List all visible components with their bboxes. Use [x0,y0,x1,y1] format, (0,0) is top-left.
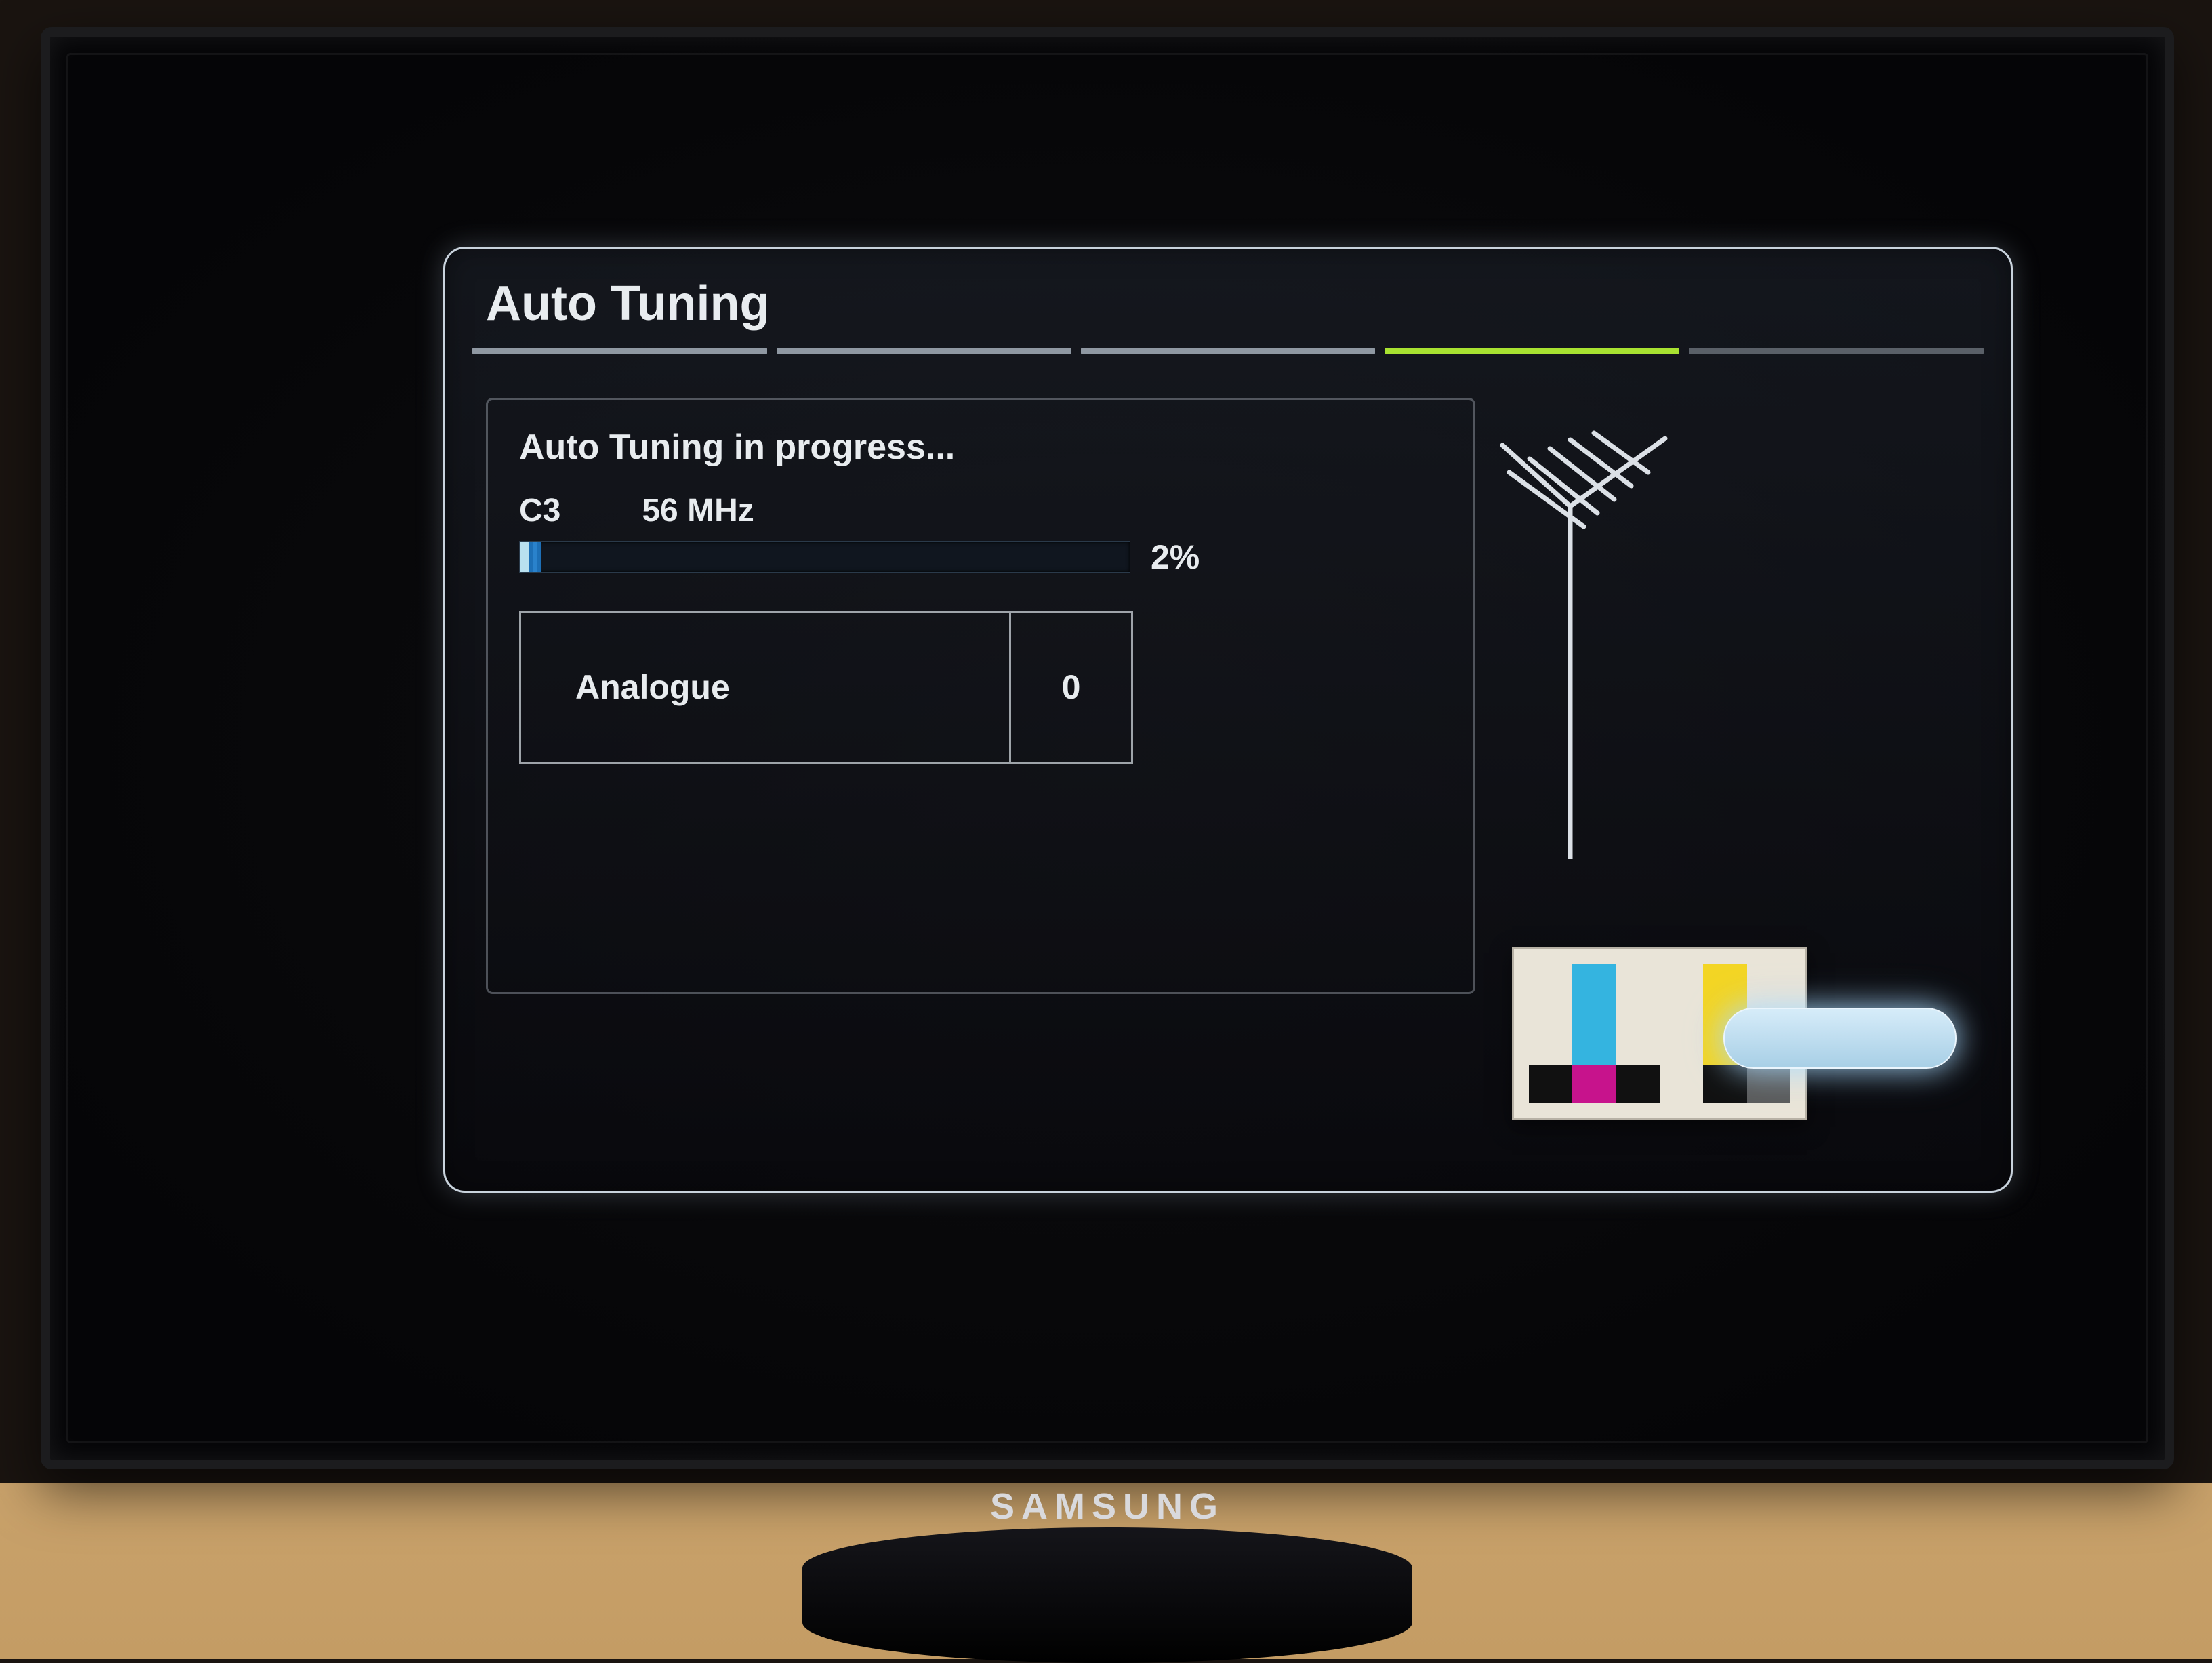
current-frequency: 56 MHz [642,492,754,529]
step-tab-4 [1385,348,1679,354]
step-tab-1 [472,348,767,354]
tuning-status-panel: Auto Tuning in progress... C3 56 MHz 2% … [486,398,1475,994]
tv-stand [802,1527,1412,1663]
progress-start-tick [520,542,529,572]
step-tabs [445,348,2011,354]
stop-button[interactable] [1723,1008,1957,1069]
tv-screen: Auto Tuning Auto Tuning in progress... C… [41,27,2174,1469]
step-tab-5 [1689,348,1984,354]
step-tab-2 [777,348,1071,354]
progress-row: 2% [519,537,1442,577]
current-channel: C3 [519,492,560,529]
status-message: Auto Tuning in progress... [519,427,1442,468]
testcard-lower-bars [1529,1065,1790,1103]
analogue-row-count: 0 [1011,613,1131,762]
results-table: Analogue 0 [519,611,1133,764]
analogue-row-label: Analogue [521,613,1011,762]
auto-tuning-dialog: Auto Tuning Auto Tuning in progress... C… [443,247,2013,1193]
frequency-row: C3 56 MHz [519,492,1442,529]
dialog-title: Auto Tuning [445,249,2011,348]
progress-percent-label: 2% [1151,537,1200,577]
scan-progress-bar [519,541,1130,573]
tv-brand-label: SAMSUNG [990,1485,1225,1527]
step-tab-3 [1081,348,1376,354]
progress-fill [529,542,541,572]
